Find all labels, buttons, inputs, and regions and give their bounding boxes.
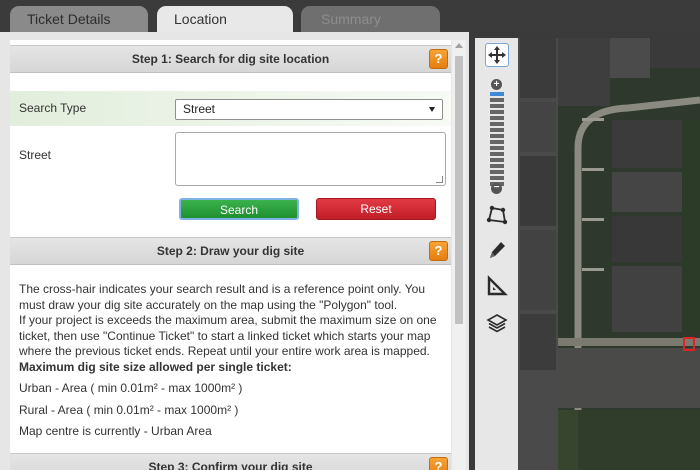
zoom-step[interactable] [490, 92, 504, 96]
tab-bar: Ticket Details Location Summary [0, 0, 700, 32]
layers-tool-button[interactable] [485, 311, 509, 335]
move-icon [488, 46, 506, 64]
tab-summary[interactable]: Summary [301, 6, 440, 32]
zoom-step[interactable] [490, 158, 504, 162]
step3-title: Step 3: Confirm your dig site [148, 460, 313, 470]
tab-ticket-details[interactable]: Ticket Details [10, 6, 148, 32]
zoom-step[interactable] [490, 170, 504, 174]
zoom-step[interactable] [490, 122, 504, 126]
zoom-step[interactable] [490, 176, 504, 180]
map-toolbar: + − [475, 38, 518, 470]
panel-scrollbar[interactable] [452, 40, 466, 470]
zoom-step[interactable] [490, 116, 504, 120]
pan-tool-button[interactable] [485, 43, 509, 67]
location-form: Step 1: Search for dig site location ? S… [10, 40, 451, 470]
search-button[interactable]: Search [179, 198, 299, 220]
search-type-value: Street [183, 102, 216, 116]
step1-header: Step 1: Search for dig site location ? [10, 45, 451, 73]
step2-title: Step 2: Draw your dig site [156, 244, 305, 258]
zoom-step[interactable] [490, 104, 504, 108]
reset-button[interactable]: Reset [316, 198, 436, 220]
zoom-step[interactable] [490, 146, 504, 150]
zoom-step[interactable] [490, 134, 504, 138]
zoom-step[interactable] [490, 110, 504, 114]
draw-tool-button[interactable] [485, 238, 509, 262]
search-type-row: Search Type Street [10, 91, 451, 126]
zoom-step[interactable] [490, 98, 504, 102]
step2-instructions: The cross-hair indicates your search res… [19, 282, 447, 440]
zoom-step[interactable] [490, 128, 504, 132]
zoom-step[interactable] [490, 152, 504, 156]
chevron-down-icon [429, 107, 435, 112]
zoom-step[interactable] [490, 140, 504, 144]
map-centre-status: Map centre is currently - Urban Area [19, 424, 212, 438]
scroll-up-icon[interactable] [455, 43, 463, 48]
rural-area-limit: Rural - Area ( min 0.01m² - max 1000m² ) [19, 402, 239, 417]
zoom-step[interactable] [490, 164, 504, 168]
polygon-tool-button[interactable] [485, 203, 509, 227]
zoom-slider[interactable] [490, 92, 504, 188]
step3-header: Step 3: Confirm your dig site ? [10, 453, 451, 470]
search-type-select[interactable]: Street [175, 99, 443, 120]
satellite-map[interactable] [518, 38, 700, 470]
ruler-triangle-icon [487, 275, 508, 296]
layers-icon [486, 314, 508, 333]
zoom-out-button[interactable]: − [491, 183, 502, 194]
zoom-in-button[interactable]: + [491, 79, 502, 90]
urban-area-limit: Urban - Area ( min 0.01m² - max 1000m² ) [19, 381, 243, 395]
street-row: Street [10, 128, 451, 198]
step2-help-button[interactable]: ? [429, 241, 448, 261]
max-size-heading: Maximum dig site size allowed per single… [19, 359, 292, 374]
step2-header: Step 2: Draw your dig site ? [10, 237, 451, 265]
instructions-max-area: If your project is exceeds the maximum a… [19, 313, 437, 358]
map-imagery [518, 38, 700, 470]
search-type-label: Search Type [19, 101, 87, 115]
measure-tool-button[interactable] [485, 274, 509, 298]
scrollbar-thumb[interactable] [455, 56, 463, 324]
location-panel: Step 1: Search for dig site location ? S… [0, 32, 469, 470]
step3-help-button[interactable]: ? [429, 457, 448, 470]
step1-title: Step 1: Search for dig site location [131, 52, 330, 66]
polygon-icon [486, 205, 508, 225]
street-label: Street [19, 148, 52, 162]
instructions-crosshair: The cross-hair indicates your search res… [19, 282, 425, 312]
street-input[interactable] [175, 132, 446, 186]
resize-grip-icon[interactable] [436, 176, 443, 183]
tab-location[interactable]: Location [157, 6, 293, 32]
step1-help-button[interactable]: ? [429, 49, 448, 69]
pen-icon [490, 242, 505, 258]
